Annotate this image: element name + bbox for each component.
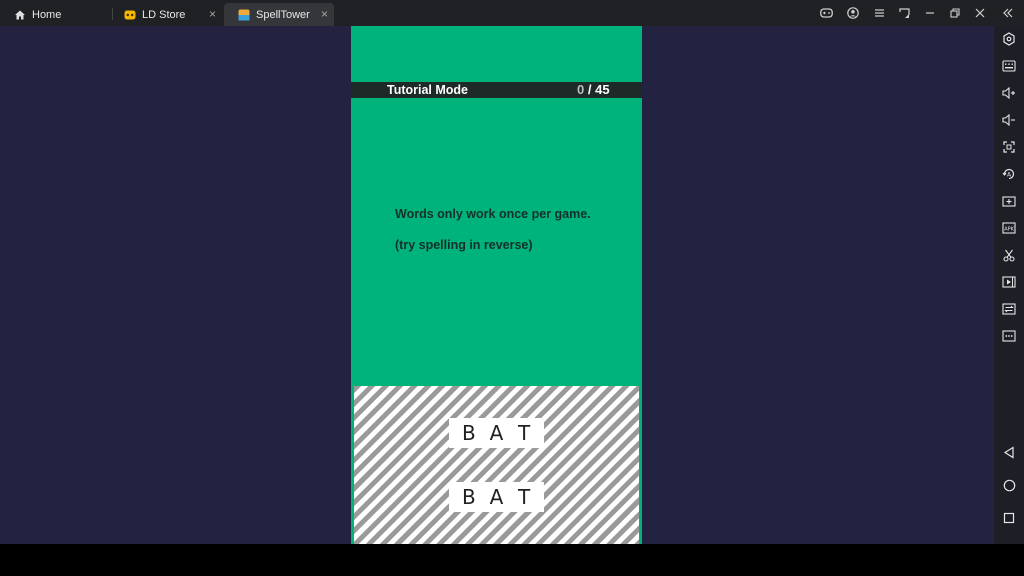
minimize-icon[interactable] [922, 5, 938, 21]
letter-tile[interactable]: B [458, 485, 480, 509]
tab-spelltower[interactable]: SpellTower × [224, 3, 334, 26]
account-icon[interactable] [845, 5, 861, 21]
tutorial-hint: (try spelling in reverse) [395, 238, 533, 252]
tab-label: LD Store [142, 8, 186, 21]
ld-store-icon [124, 10, 136, 19]
close-window-icon[interactable] [972, 5, 988, 21]
screenshot-window-icon[interactable] [896, 5, 912, 21]
tab-home[interactable]: Home [0, 3, 112, 26]
letter-tile[interactable]: B [458, 421, 480, 445]
svg-text:APK: APK [1004, 227, 1014, 233]
settings-icon[interactable] [1001, 31, 1017, 47]
restore-icon[interactable] [947, 5, 963, 21]
game-header: Tutorial Mode 0 / 45 [351, 82, 642, 98]
menu-icon[interactable] [871, 5, 887, 21]
mode-title: Tutorial Mode [387, 83, 469, 97]
volume-up-icon[interactable] [1001, 85, 1017, 101]
fullscreen-icon[interactable] [1001, 139, 1017, 155]
more-icon[interactable] [1001, 328, 1017, 344]
letter-tile[interactable]: A [485, 421, 507, 445]
tab-label: SpellTower [256, 8, 310, 21]
tutorial-message: Words only work once per game. [395, 207, 591, 221]
volume-down-icon[interactable] [1001, 112, 1017, 128]
word-row[interactable]: B A T [449, 418, 544, 448]
tab-ld-store[interactable]: LD Store × [110, 3, 222, 26]
close-icon[interactable]: × [321, 7, 328, 21]
game-screen[interactable]: Tutorial Mode 0 / 45 Words only work onc… [351, 26, 642, 544]
letter-tile[interactable]: T [513, 485, 535, 509]
add-app-icon[interactable] [1001, 193, 1017, 209]
letter-tile[interactable]: A [485, 485, 507, 509]
rotate-icon[interactable]: A [1001, 166, 1017, 182]
scissors-icon[interactable] [1001, 247, 1017, 263]
emulator-toolbar: A APK [994, 26, 1024, 544]
score-display: 0 / 45 [577, 82, 610, 98]
score-current: 0 [577, 82, 585, 97]
word-row[interactable]: B A T [449, 482, 544, 512]
taskbar-strip [0, 544, 1024, 576]
close-icon[interactable]: × [209, 7, 216, 21]
spelltower-icon [238, 9, 250, 20]
apk-icon[interactable]: APK [1001, 220, 1017, 236]
recent-apps-icon[interactable] [1001, 510, 1017, 526]
sync-icon[interactable] [1001, 301, 1017, 317]
collapse-sidebar-icon[interactable] [1000, 5, 1016, 21]
record-icon[interactable] [1001, 274, 1017, 290]
home-circle-icon[interactable] [1001, 477, 1017, 493]
tab-label: Home [32, 8, 62, 21]
gamepad-icon[interactable] [818, 5, 834, 21]
keyboard-icon[interactable] [1001, 58, 1017, 74]
letter-tile[interactable]: T [513, 421, 535, 445]
back-icon[interactable] [1001, 444, 1017, 460]
letter-board: B A T B A T [354, 386, 639, 544]
home-icon [15, 10, 25, 19]
score-total: / 45 [587, 82, 610, 97]
title-bar: Home LD Store × SpellTower × [0, 0, 1024, 26]
